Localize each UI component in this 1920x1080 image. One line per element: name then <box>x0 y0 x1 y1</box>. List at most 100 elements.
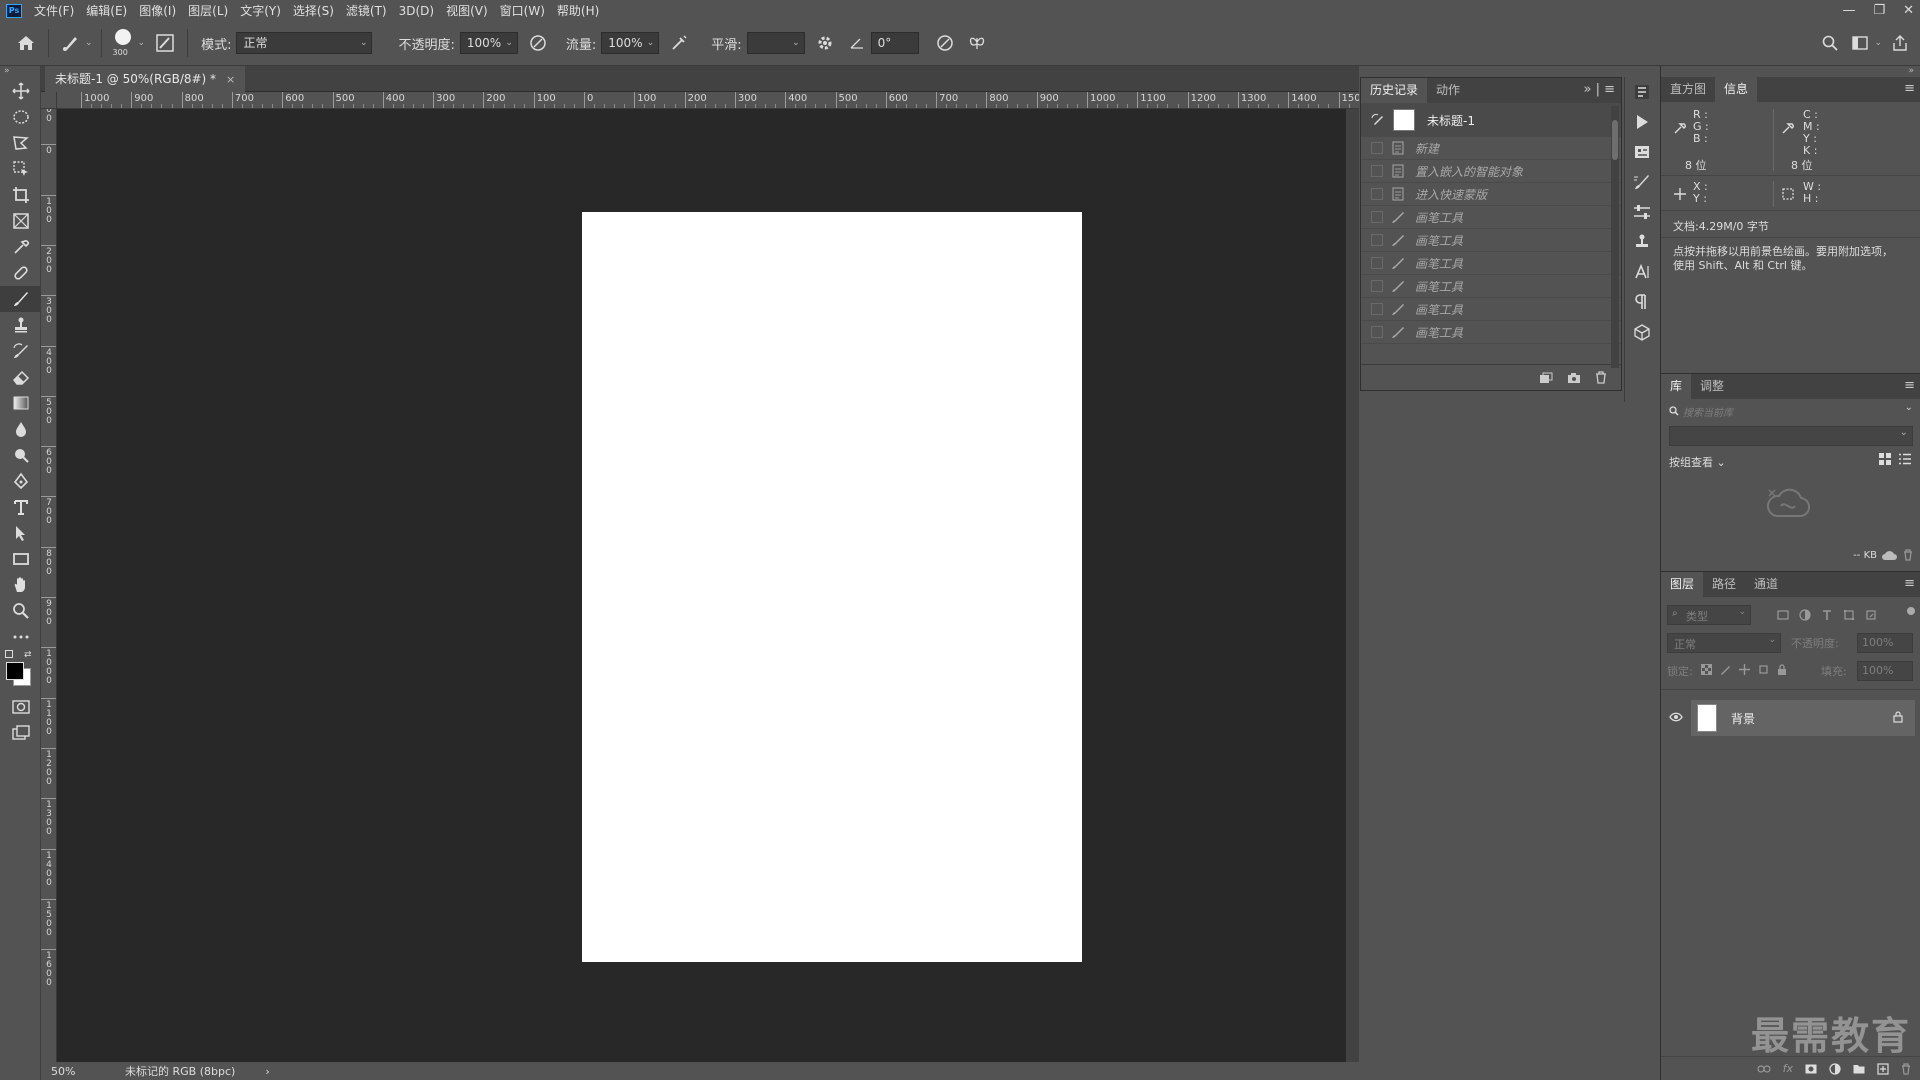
history-state-row[interactable]: 画笔工具 <box>1361 298 1621 321</box>
airbrush-icon[interactable] <box>667 31 691 55</box>
library-select[interactable]: ⌄ <box>1669 426 1913 446</box>
foreground-color-swatch[interactable] <box>6 662 24 680</box>
adjustments-sliders-icon[interactable] <box>1625 197 1659 227</box>
panel-menu-icon[interactable]: ≡ <box>1904 378 1915 393</box>
gradient-tool-icon[interactable] <box>0 390 41 416</box>
layer-opacity-input[interactable]: 100% <box>1857 633 1913 653</box>
move-tool-icon[interactable] <box>0 78 41 104</box>
history-state-row[interactable]: 画笔工具 <box>1361 321 1621 344</box>
eraser-tool-icon[interactable] <box>0 364 41 390</box>
layer-filter-select[interactable]: ⌕ 类型 ⌄ <box>1667 605 1751 625</box>
home-icon[interactable] <box>14 31 38 55</box>
menu-view[interactable]: 视图(V) <box>440 2 494 19</box>
new-layer-icon[interactable] <box>1877 1062 1889 1075</box>
vertical-scrollbar[interactable] <box>1346 109 1359 1062</box>
cmyk-eyedropper-icon[interactable] <box>1781 121 1795 135</box>
history-source-checkbox[interactable] <box>1371 188 1383 200</box>
pen-tool-icon[interactable] <box>0 468 41 494</box>
properties-icon[interactable] <box>1625 137 1659 167</box>
history-scrollbar[interactable] <box>1611 106 1619 368</box>
history-state-row[interactable]: 新建 <box>1361 137 1621 160</box>
history-brush-source-icon[interactable] <box>1371 113 1385 127</box>
brush-tool-icon[interactable] <box>0 286 41 312</box>
smoothing-input[interactable]: ⌄ <box>746 32 805 54</box>
3d-panel-icon[interactable] <box>1625 317 1659 347</box>
clone-source-icon[interactable] <box>1625 227 1659 257</box>
menu-type[interactable]: 文字(Y) <box>234 2 287 19</box>
chevron-down-icon[interactable]: ⌄ <box>1905 402 1913 413</box>
panel-menu-icon[interactable]: ≡ <box>1904 576 1915 591</box>
lock-pixels-icon[interactable] <box>1720 664 1731 675</box>
layer-row-background[interactable]: 背景 <box>1691 700 1915 736</box>
history-state-row[interactable]: 画笔工具 <box>1361 275 1621 298</box>
object-selection-tool-icon[interactable] <box>0 156 41 182</box>
blend-mode-select[interactable]: 正常 ⌄ <box>1667 633 1781 653</box>
history-source-checkbox[interactable] <box>1371 142 1383 154</box>
history-source-checkbox[interactable] <box>1371 303 1383 315</box>
symmetry-butterfly-icon[interactable] <box>965 31 989 55</box>
screen-mode-icon[interactable] <box>0 720 41 746</box>
share-icon[interactable] <box>1888 31 1912 55</box>
rectangle-tool-icon[interactable] <box>0 546 41 572</box>
lasso-tool-icon[interactable] <box>0 130 41 156</box>
history-state-row[interactable]: 置入嵌入的智能对象 <box>1361 160 1621 183</box>
new-group-icon[interactable] <box>1853 1064 1865 1074</box>
status-menu-arrow[interactable]: › <box>265 1065 269 1078</box>
vertical-ruler[interactable]: 2 0 0 0 1 0 0 2 0 0 3 0 0 4 0 0 5 0 0 6 0 0 7 0 … <box>41 109 57 1062</box>
menu-layer[interactable]: 图层(L) <box>182 2 234 19</box>
pressure-size-icon[interactable] <box>933 31 957 55</box>
history-state-row[interactable]: 画笔工具 <box>1361 229 1621 252</box>
layer-style-fx-icon[interactable]: fx <box>1783 1062 1793 1075</box>
paragraph-panel-icon[interactable] <box>1625 287 1659 317</box>
menu-image[interactable]: 图像(I) <box>133 2 182 19</box>
history-snapshot[interactable]: 未标题-1 <box>1361 103 1621 137</box>
type-tool-icon[interactable] <box>0 494 41 520</box>
view-by-group[interactable]: 按组查看 ⌄ <box>1669 454 1726 470</box>
elliptical-marquee-tool-icon[interactable] <box>0 104 41 130</box>
zoom-level[interactable]: 50% <box>51 1065 111 1078</box>
trash-icon[interactable] <box>1903 549 1913 561</box>
hand-tool-icon[interactable] <box>0 572 41 598</box>
default-colors-icon[interactable] <box>5 650 13 658</box>
collapse-dock-icon[interactable]: » <box>1661 66 1920 77</box>
trash-icon[interactable] <box>1595 371 1607 384</box>
menu-3d[interactable]: 3D(D) <box>393 4 440 18</box>
tab-adjustments[interactable]: 调整 <box>1691 374 1733 399</box>
tab-channels[interactable]: 通道 <box>1745 572 1787 597</box>
eyedropper-tool-icon[interactable] <box>0 234 41 260</box>
history-brush-tool-icon[interactable] <box>0 338 41 364</box>
tab-histogram[interactable]: 直方图 <box>1661 77 1715 102</box>
history-state-row[interactable]: 进入快速蒙版 <box>1361 183 1621 206</box>
menu-select[interactable]: 选择(S) <box>287 2 340 19</box>
crop-tool-icon[interactable] <box>0 182 41 208</box>
lock-all-icon[interactable] <box>1777 664 1787 675</box>
eye-visibility-icon[interactable] <box>1669 712 1683 722</box>
expand-icon[interactable]: » <box>1583 82 1591 97</box>
brush-settings-panel-icon[interactable] <box>153 31 177 55</box>
menu-help[interactable]: 帮助(H) <box>551 2 605 19</box>
horizontal-ruler[interactable]: 1000 900 800 700 600 500 400 300 200 100 0 100 200 30… <box>57 92 1359 109</box>
brush-settings-icon[interactable] <box>1625 167 1659 197</box>
menu-filter[interactable]: 滤镜(T) <box>340 2 393 19</box>
tab-libraries[interactable]: 库 <box>1661 374 1692 399</box>
healing-brush-tool-icon[interactable] <box>0 260 41 286</box>
list-view-icon[interactable] <box>1899 453 1911 465</box>
chevron-down-icon[interactable]: ⌄ <box>505 33 513 53</box>
frame-tool-icon[interactable] <box>0 208 41 234</box>
menu-window[interactable]: 窗口(W) <box>494 2 551 19</box>
history-state-row[interactable]: 画笔工具 <box>1361 252 1621 275</box>
workspace-icon[interactable] <box>1848 31 1872 55</box>
grid-view-icon[interactable] <box>1879 453 1891 465</box>
play-actions-icon[interactable] <box>1625 107 1659 137</box>
close-window-button[interactable]: ✕ <box>1903 3 1914 18</box>
history-source-checkbox[interactable] <box>1371 234 1383 246</box>
new-adjustment-layer-icon[interactable] <box>1829 1062 1841 1075</box>
chevron-down-icon[interactable]: ⌄ <box>647 33 655 53</box>
history-source-checkbox[interactable] <box>1371 280 1383 292</box>
angle-input[interactable]: 0° <box>870 32 919 54</box>
lock-transparent-icon[interactable] <box>1701 664 1712 675</box>
tab-history[interactable]: 历史记录 <box>1361 78 1428 103</box>
history-source-checkbox[interactable] <box>1371 257 1383 269</box>
dodge-tool-icon[interactable] <box>0 442 41 468</box>
brush-size-picker[interactable]: 300 <box>110 26 136 60</box>
